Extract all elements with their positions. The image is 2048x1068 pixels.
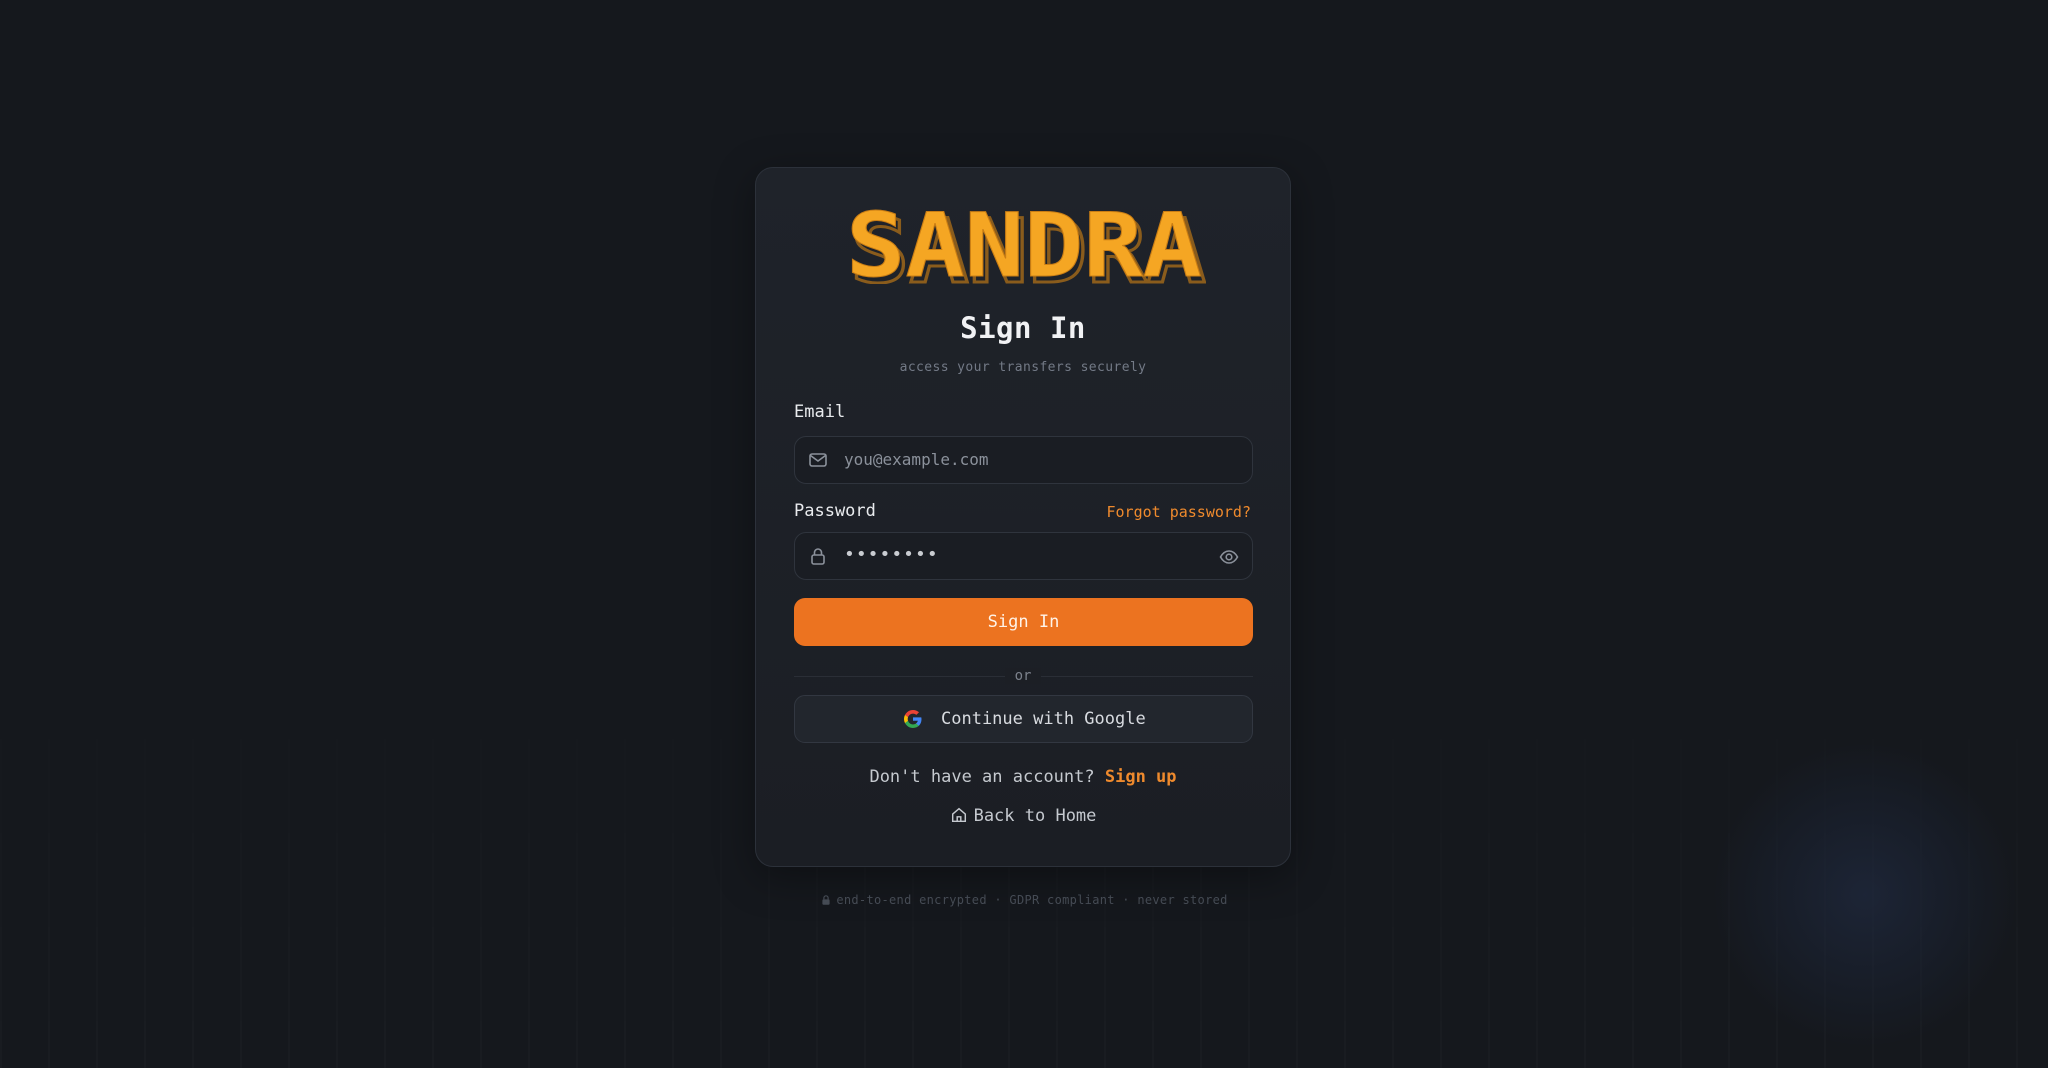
google-icon (904, 710, 922, 728)
password-value: •••••••• (844, 544, 939, 565)
email-label: Email (794, 402, 846, 422)
mail-icon (809, 453, 827, 467)
email-field[interactable]: you@example.com (794, 436, 1253, 484)
lock-icon (811, 548, 825, 565)
svg-text:SANDRA: SANDRA (846, 204, 1202, 284)
signup-link[interactable]: Sign up (1105, 767, 1177, 787)
divider-label: or (1004, 668, 1042, 684)
google-button-label: Continue with Google (941, 709, 1146, 729)
signin-card: SANDRA SANDRA Sign In access your transf… (755, 167, 1291, 867)
password-field[interactable]: •••••••• (794, 532, 1253, 580)
google-signin-button[interactable]: Continue with Google (794, 695, 1253, 743)
email-placeholder: you@example.com (844, 450, 989, 469)
sandra-logo: SANDRA SANDRA (846, 204, 1207, 284)
footer-text: end-to-end encrypted · GDPR compliant · … (836, 893, 1228, 907)
eye-icon[interactable] (1219, 547, 1239, 567)
security-footer: end-to-end encrypted · GDPR compliant · … (0, 893, 2048, 907)
forgot-password-link[interactable]: Forgot password? (1107, 503, 1252, 521)
back-to-home-label: Back to Home (973, 806, 1097, 826)
signup-prompt: Don't have an account? Sign up (756, 767, 1290, 787)
password-label: Password (794, 501, 876, 521)
page-subtitle: access your transfers securely (899, 360, 1147, 375)
page-title: Sign In (960, 311, 1086, 345)
home-icon (951, 807, 966, 823)
divider-or: or (756, 665, 1290, 684)
signup-prompt-text: Don't have an account? (869, 767, 1095, 787)
signin-button[interactable]: Sign In (794, 598, 1253, 646)
lock-icon (822, 895, 830, 905)
back-to-home-link[interactable]: Back to Home (756, 806, 1290, 826)
